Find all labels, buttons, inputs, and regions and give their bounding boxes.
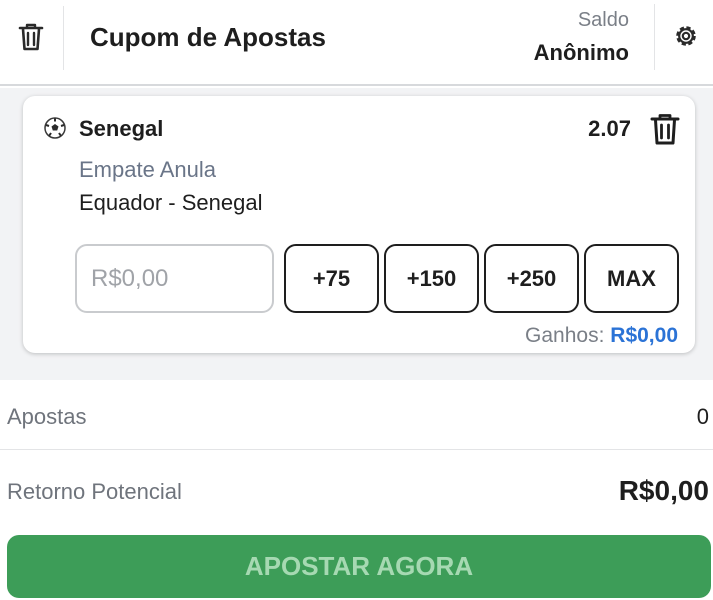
quick-stake-max-button[interactable]: MAX (584, 244, 679, 313)
quick-stake-250-button[interactable]: +250 (484, 244, 579, 313)
selection-team: Senegal (79, 116, 164, 141)
header-divider (63, 6, 64, 70)
bets-label: Apostas (7, 404, 87, 429)
winnings-value: R$0,00 (610, 324, 678, 347)
winnings-label: Ganhos: (525, 324, 605, 347)
bet-card: Senegal 2.07 Empate Anula Equador - Sene… (23, 96, 695, 353)
selection-odds: 2.07 (588, 116, 631, 141)
bet-list: Senegal 2.07 Empate Anula Equador - Sene… (0, 88, 713, 380)
bets-count: 0 (696, 404, 709, 429)
match-name: Equador - Senegal (79, 190, 263, 215)
soccer-ball-icon (44, 117, 66, 139)
bets-count-row: Apostas 0 (0, 380, 713, 450)
market-name: Empate Anula (79, 157, 216, 182)
quick-stake-75-button[interactable]: +75 (284, 244, 379, 313)
balance-label: Saldo (577, 9, 629, 31)
quick-stake-150-button[interactable]: +150 (384, 244, 479, 313)
winnings: Ganhos: R$0,00 (525, 324, 678, 348)
remove-bet-trash-icon[interactable] (649, 112, 681, 146)
balance-value: Anônimo (533, 40, 629, 65)
betslip-header: Cupom de Apostas Saldo Anônimo (0, 0, 713, 86)
potential-return-value: R$0,00 (618, 475, 709, 506)
place-bet-button[interactable]: APOSTAR AGORA (7, 535, 711, 598)
potential-return-row: Retorno Potencial R$0,00 (0, 451, 713, 531)
gear-icon[interactable] (672, 22, 700, 50)
header-divider (654, 4, 655, 70)
trash-icon[interactable] (17, 22, 45, 52)
page-title: Cupom de Apostas (90, 22, 326, 52)
stake-input[interactable] (75, 244, 274, 313)
potential-return-label: Retorno Potencial (7, 479, 182, 504)
